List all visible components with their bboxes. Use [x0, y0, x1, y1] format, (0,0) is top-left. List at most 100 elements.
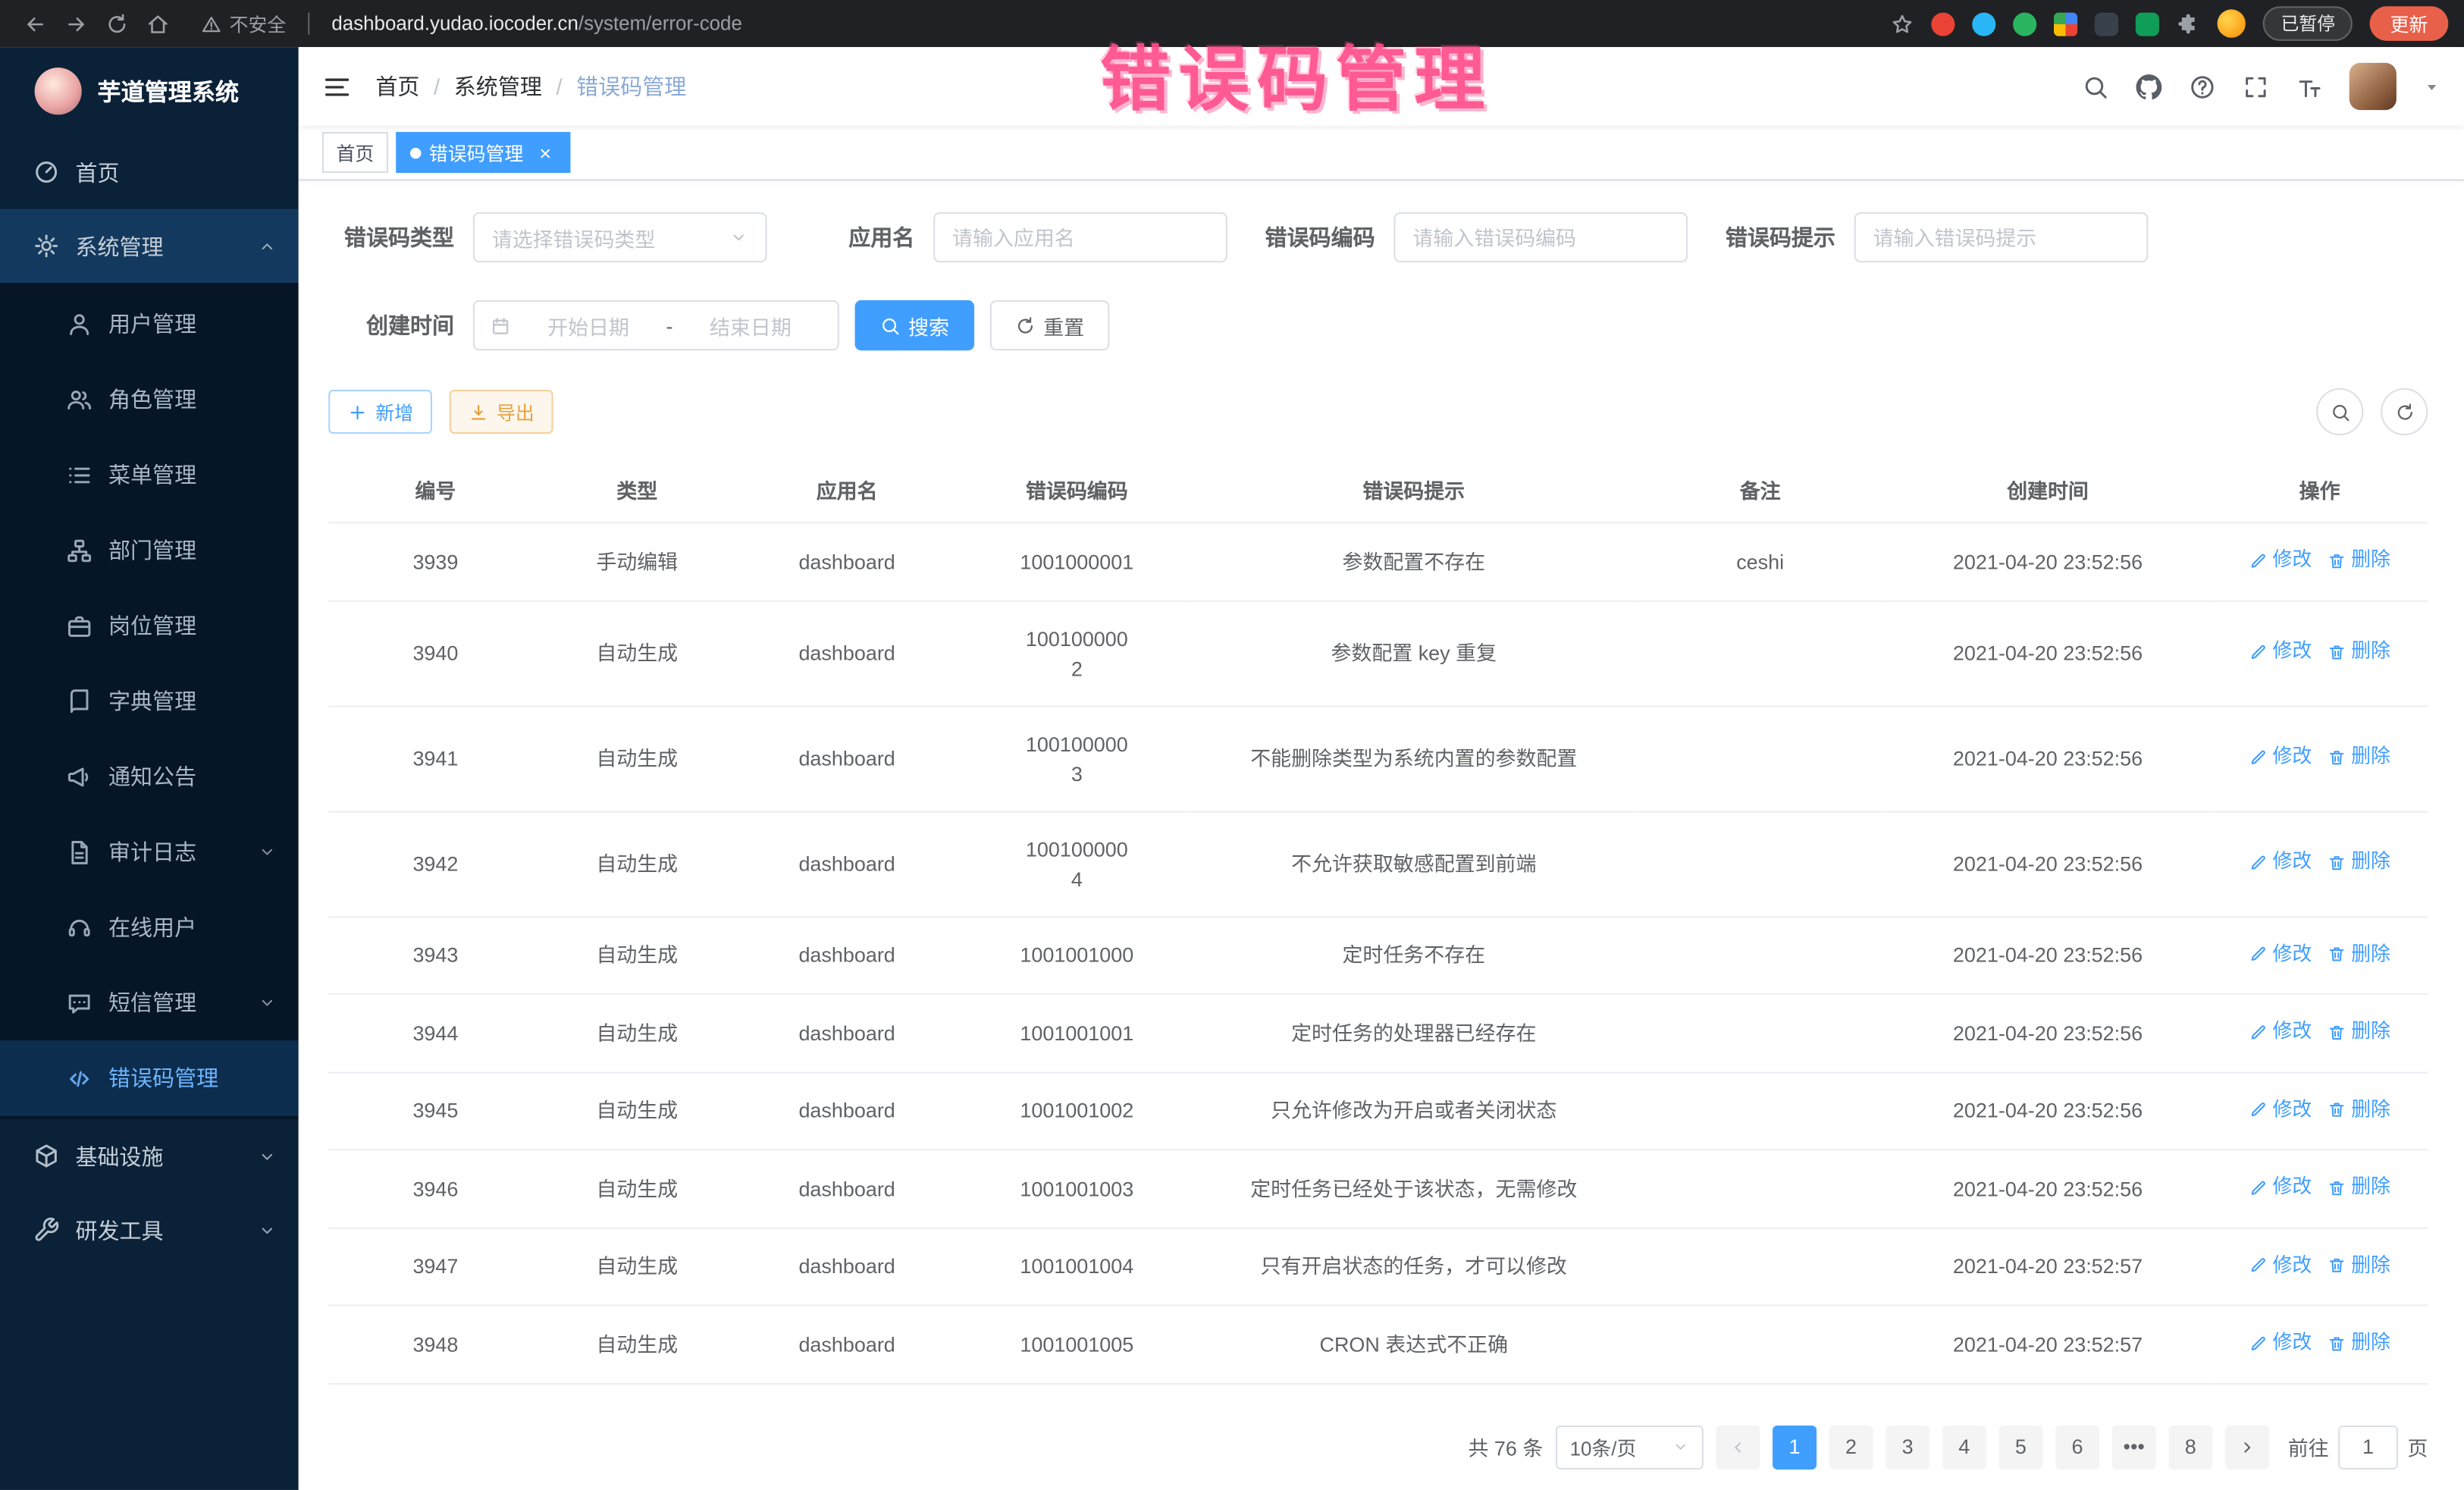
edit-link[interactable]: 修改	[2249, 939, 2312, 968]
edit-link[interactable]: 修改	[2249, 545, 2312, 575]
breadcrumb-item[interactable]: 首页	[375, 71, 419, 102]
tab-close-icon[interactable]: ×	[534, 142, 556, 164]
extension-green-icon[interactable]	[2136, 12, 2160, 36]
reset-button[interactable]: 重置	[990, 300, 1110, 350]
delete-link[interactable]: 删除	[2328, 742, 2390, 772]
cell-remark	[1636, 1228, 1884, 1306]
sidebar-item-audit[interactable]: 审计日志	[0, 814, 299, 889]
delete-link[interactable]: 删除	[2328, 1328, 2390, 1357]
edit-link[interactable]: 修改	[2249, 1095, 2312, 1125]
bookmark-star-icon[interactable]	[1891, 12, 1914, 36]
sidebar-item-dept[interactable]: 部门管理	[0, 513, 299, 588]
page-button-6[interactable]: 6	[2055, 1425, 2099, 1469]
hide-search-button[interactable]	[2316, 388, 2363, 435]
sidebar-item-user[interactable]: 用户管理	[0, 286, 299, 361]
delete-link[interactable]: 删除	[2328, 939, 2390, 968]
page-button-1[interactable]: 1	[1773, 1425, 1817, 1469]
browser-reload-button[interactable]	[98, 5, 136, 42]
extension-red-icon[interactable]	[1932, 12, 1955, 36]
page-button-4[interactable]: 4	[1942, 1425, 1986, 1469]
next-page-button[interactable]	[2225, 1425, 2269, 1469]
edit-link[interactable]: 修改	[2249, 637, 2312, 667]
profile-status-chip[interactable]: 已暂停	[2264, 6, 2353, 41]
github-icon[interactable]	[2136, 73, 2162, 99]
prev-page-button[interactable]	[1716, 1425, 1760, 1469]
more-pages-button[interactable]: •••	[2112, 1425, 2156, 1469]
delete-link[interactable]: 删除	[2328, 1172, 2390, 1202]
delete-link[interactable]: 删除	[2328, 1095, 2390, 1125]
search-icon[interactable]	[2082, 73, 2108, 99]
edit-link[interactable]: 修改	[2249, 742, 2312, 772]
cell-time: 2021-04-20 23:52:57	[1884, 1305, 2212, 1383]
sidebar-item-role[interactable]: 角色管理	[0, 362, 299, 437]
sidebar-item-menu[interactable]: 菜单管理	[0, 437, 299, 512]
caret-down-icon[interactable]	[2423, 78, 2440, 96]
security-indicator[interactable]: 不安全	[201, 10, 286, 36]
sidebar-item-errcode[interactable]: 错误码管理	[0, 1040, 299, 1115]
page-button-8[interactable]: 8	[2168, 1425, 2212, 1469]
export-button[interactable]: 导出	[450, 390, 553, 434]
browser-back-button[interactable]	[16, 5, 54, 42]
tab-label: 首页	[337, 139, 375, 165]
date-range-picker[interactable]: 开始日期 - 结束日期	[473, 300, 839, 350]
edit-icon	[2249, 551, 2268, 569]
search-button[interactable]: 搜索	[855, 300, 975, 350]
page-button-3[interactable]: 3	[1886, 1425, 1930, 1469]
page-size-select[interactable]: 10条/页	[1556, 1425, 1704, 1469]
add-button[interactable]: 新增	[328, 390, 432, 434]
sidebar-item-home[interactable]: 首页	[0, 135, 299, 209]
edit-link[interactable]: 修改	[2249, 1172, 2312, 1202]
font-size-icon[interactable]	[2296, 73, 2322, 99]
edit-link[interactable]: 修改	[2249, 1017, 2312, 1046]
browser-forward-button[interactable]	[57, 5, 95, 42]
cell-code: 1001001001	[962, 994, 1191, 1072]
filter-code-input[interactable]	[1393, 212, 1688, 262]
filter-type-select[interactable]: 请选择错误码类型	[473, 212, 767, 262]
app-logo[interactable]: 芋道管理系统	[0, 47, 299, 135]
tree-icon	[66, 537, 92, 563]
extension-droplet-icon[interactable]	[1973, 12, 1996, 36]
help-icon[interactable]	[2189, 73, 2215, 99]
sidebar-item-system[interactable]: 系统管理	[0, 209, 299, 283]
sidebar-item-sms[interactable]: 短信管理	[0, 965, 299, 1040]
extension-vue-icon[interactable]	[2014, 12, 2037, 36]
browser-profile-avatar[interactable]	[2218, 9, 2246, 37]
delete-link[interactable]: 删除	[2328, 637, 2390, 667]
sidebar-item-post[interactable]: 岗位管理	[0, 588, 299, 663]
extension-on-icon[interactable]	[2096, 12, 2119, 36]
fullscreen-icon[interactable]	[2243, 73, 2269, 99]
edit-link[interactable]: 修改	[2249, 1328, 2312, 1357]
delete-link[interactable]: 删除	[2328, 848, 2390, 877]
address-bar[interactable]: dashboard.yudao.iocoder.cn/system/error-…	[331, 13, 742, 35]
delete-link[interactable]: 删除	[2328, 545, 2390, 575]
sidebar-item-infra[interactable]: 基础设施	[0, 1119, 299, 1193]
tab-首页[interactable]: 首页	[322, 132, 388, 173]
browser-update-button[interactable]: 更新	[2370, 6, 2449, 41]
edit-icon	[2249, 1022, 2268, 1041]
extension-grid-icon[interactable]	[2055, 12, 2078, 36]
sidebar-toggle-button[interactable]	[322, 71, 352, 101]
sidebar-item-notice[interactable]: 通知公告	[0, 739, 299, 814]
chevron-down-icon	[1672, 1438, 1689, 1456]
cell-remark	[1636, 601, 1884, 706]
page-button-5[interactable]: 5	[1998, 1425, 2042, 1469]
extensions-puzzle-icon[interactable]	[2177, 12, 2201, 36]
sidebar-submenu: 用户管理角色管理菜单管理部门管理岗位管理字典管理通知公告审计日志在线用户短信管理…	[0, 283, 299, 1119]
refresh-table-button[interactable]	[2381, 388, 2428, 435]
edit-link[interactable]: 修改	[2249, 848, 2312, 877]
filter-message-input[interactable]	[1854, 212, 2149, 262]
goto-page-input[interactable]	[2338, 1425, 2398, 1469]
sidebar-item-devtool[interactable]: 研发工具	[0, 1193, 299, 1266]
filter-app-input[interactable]	[933, 212, 1227, 262]
tab-错误码管理[interactable]: 错误码管理×	[396, 132, 570, 173]
tool-icon	[33, 1216, 60, 1243]
breadcrumb-item[interactable]: 系统管理	[454, 71, 542, 102]
edit-link[interactable]: 修改	[2249, 1250, 2312, 1280]
delete-link[interactable]: 删除	[2328, 1250, 2390, 1280]
sidebar-item-online[interactable]: 在线用户	[0, 889, 299, 965]
page-button-2[interactable]: 2	[1829, 1425, 1873, 1469]
delete-link[interactable]: 删除	[2328, 1017, 2390, 1046]
browser-home-button[interactable]	[138, 5, 176, 42]
sidebar-item-dict[interactable]: 字典管理	[0, 663, 299, 739]
user-avatar[interactable]	[2350, 63, 2397, 110]
